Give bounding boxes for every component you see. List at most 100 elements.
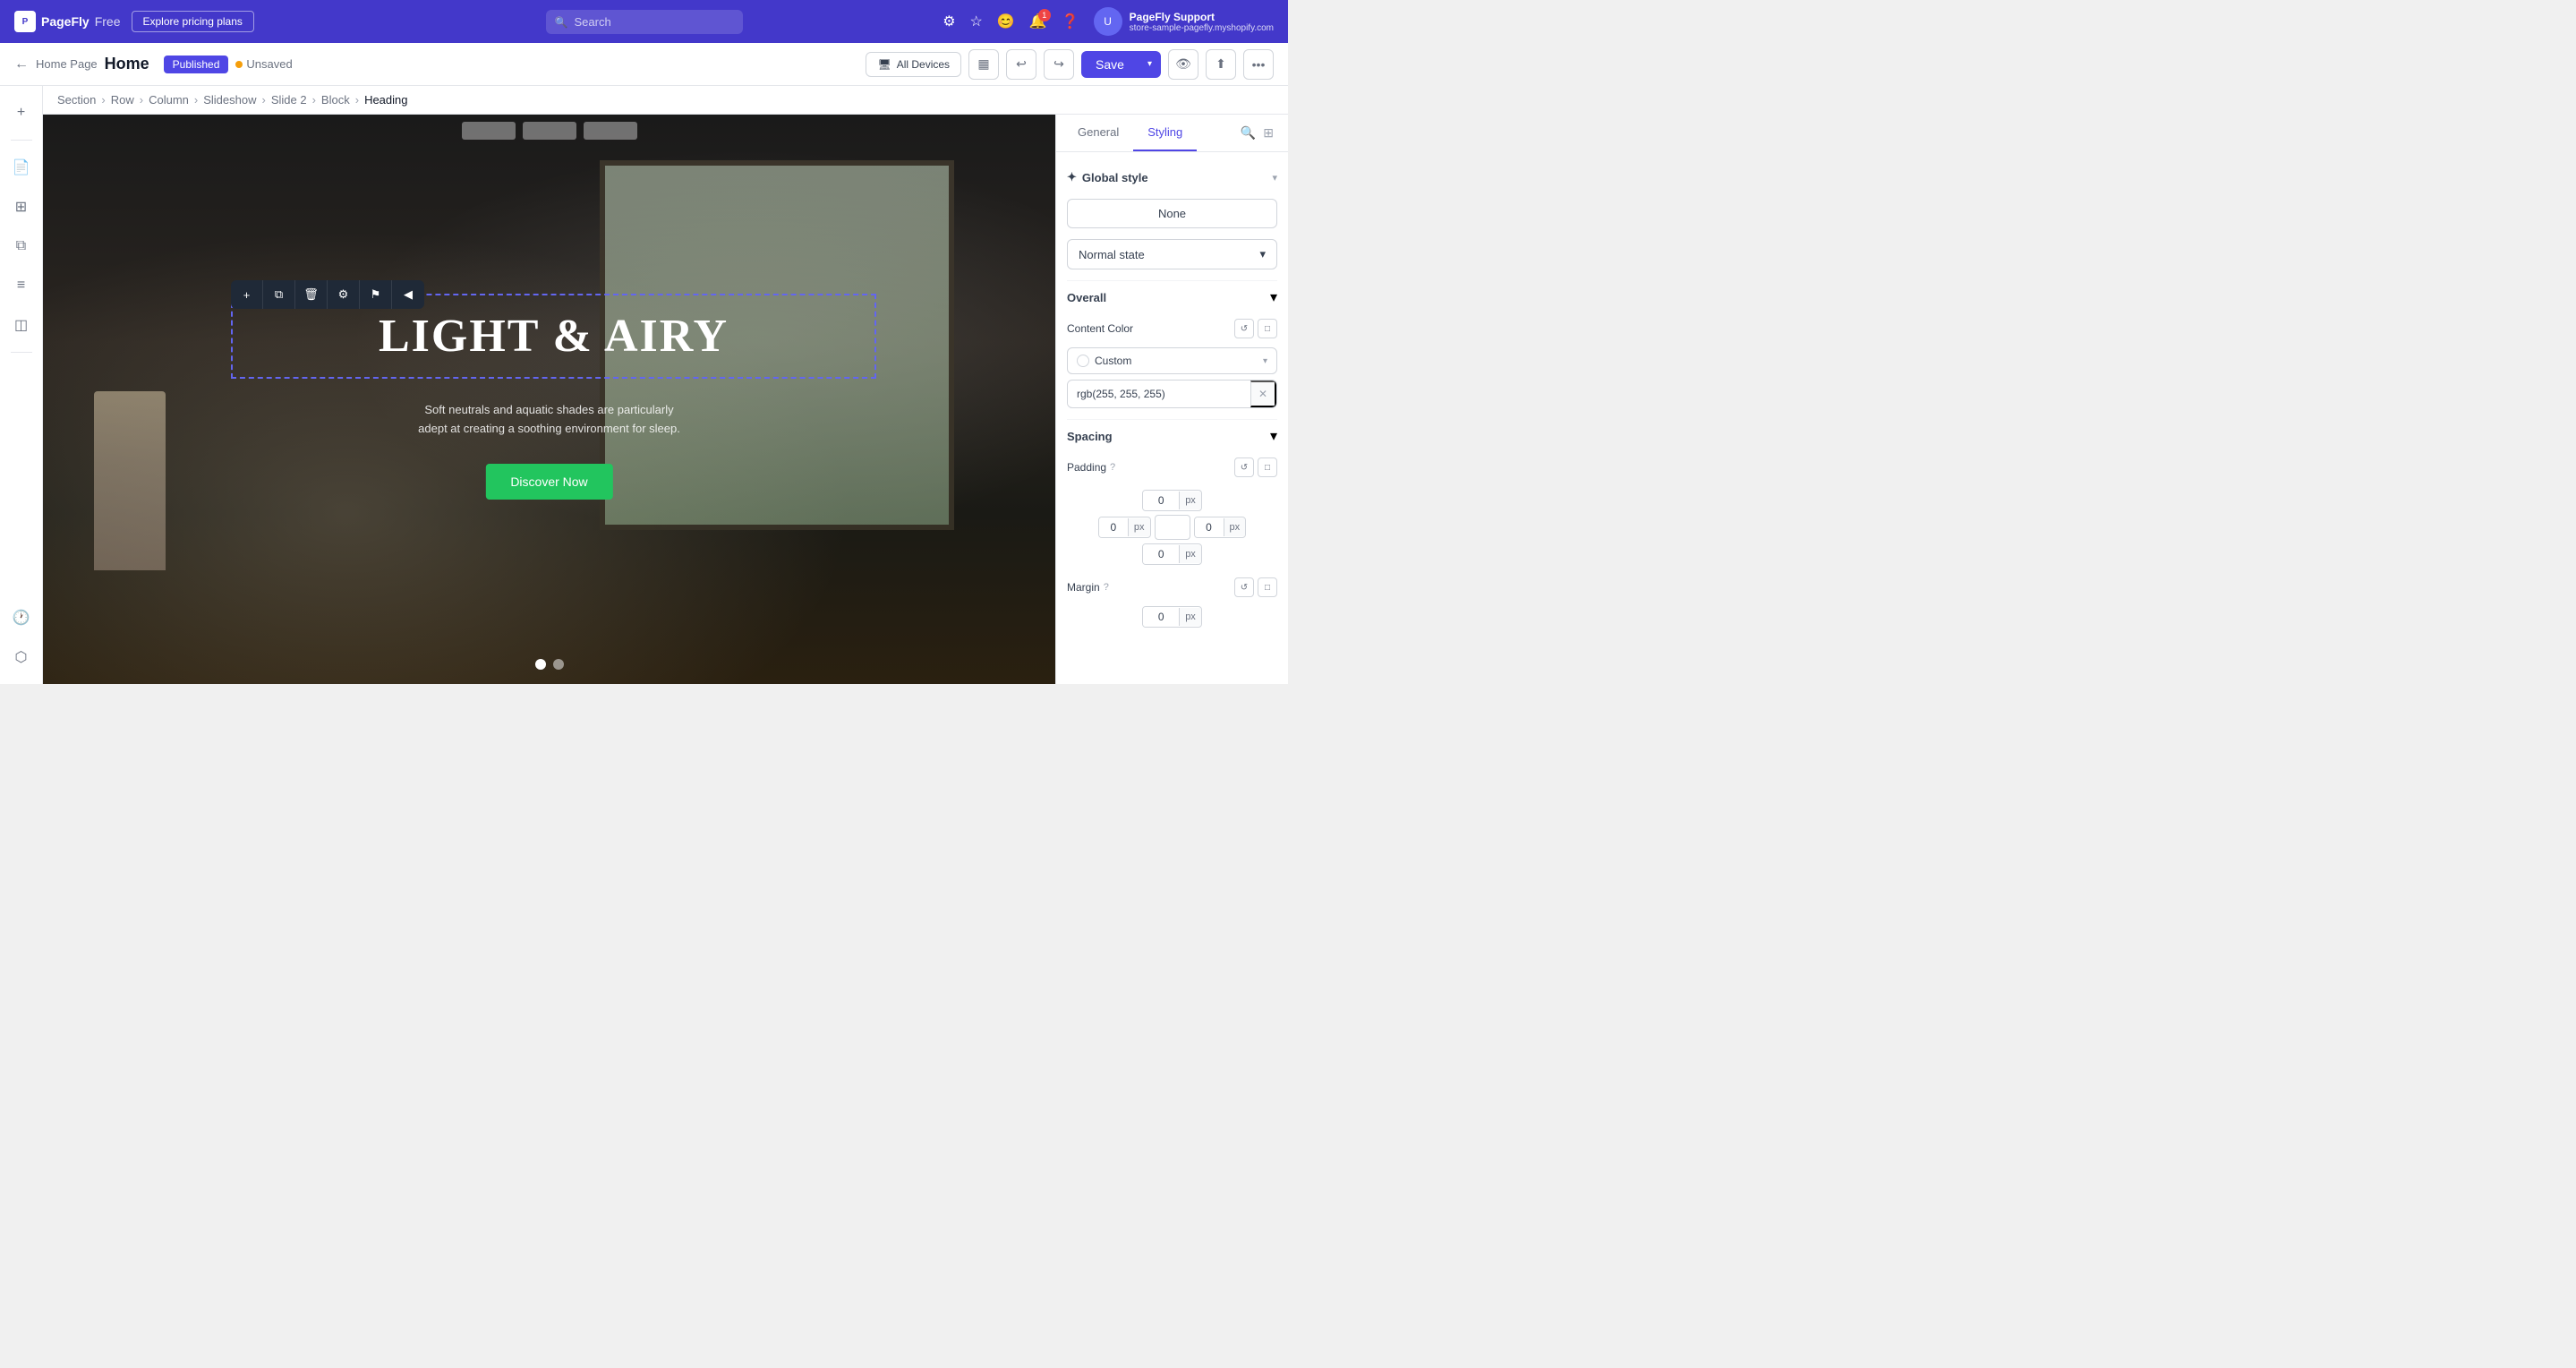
breadcrumb-block[interactable]: Block bbox=[321, 93, 350, 107]
sidebar-item-help[interactable]: ⬡ bbox=[5, 641, 38, 673]
toolbar-link-button[interactable]: ⚑ bbox=[360, 280, 392, 309]
user-store: store-sample-pagefly.myshopify.com bbox=[1130, 23, 1274, 33]
breadcrumb-slide2[interactable]: Slide 2 bbox=[271, 93, 307, 107]
padding-bottom-row: px bbox=[1067, 543, 1277, 565]
color-dropdown-chevron: ▾ bbox=[1263, 356, 1267, 366]
explore-pricing-button[interactable]: Explore pricing plans bbox=[132, 11, 254, 32]
notification-icon[interactable]: 🔔 1 bbox=[1029, 13, 1047, 30]
state-dropdown[interactable]: Normal state ▾ bbox=[1067, 239, 1277, 269]
all-devices-button[interactable]: 🖥 All Devices bbox=[866, 52, 961, 77]
sidebar-item-add[interactable]: + bbox=[5, 97, 38, 129]
sidebar-item-apps[interactable]: ◫ bbox=[5, 309, 38, 341]
sidebar-item-history[interactable]: 🕐 bbox=[5, 602, 38, 634]
global-style-section-header: ✦ Global style ▾ bbox=[1067, 163, 1277, 192]
responsive-padding-button[interactable]: □ bbox=[1258, 457, 1277, 477]
canvas-area[interactable]: + ⧉ 🗑 ⚙ ⚑ ◀ LIGHT & AIRY Soft neutrals a… bbox=[43, 115, 1055, 684]
responsive-color-button[interactable]: □ bbox=[1258, 319, 1277, 338]
share-button[interactable]: ⬆ bbox=[1206, 49, 1236, 80]
heading-text: LIGHT & AIRY bbox=[379, 310, 729, 363]
slide-indicators bbox=[535, 659, 564, 670]
toolbar-copy-button[interactable]: ⧉ bbox=[263, 280, 295, 309]
unsaved-dot bbox=[235, 61, 243, 68]
toolbar-delete-button[interactable]: 🗑 bbox=[295, 280, 328, 309]
sidebar-item-templates[interactable]: ⧉ bbox=[5, 230, 38, 262]
page-tab-2[interactable] bbox=[523, 122, 576, 140]
save-dropdown-arrow[interactable]: ▾ bbox=[1139, 53, 1161, 75]
sidebar-item-elements[interactable]: ⊞ bbox=[5, 191, 38, 223]
smiley-icon[interactable]: 😊 bbox=[997, 13, 1015, 30]
redo-button[interactable]: ↪ bbox=[1044, 49, 1074, 80]
reset-color-button[interactable]: ↺ bbox=[1234, 319, 1254, 338]
layout-view-button[interactable]: ▦ bbox=[968, 49, 999, 80]
breadcrumb-column[interactable]: Column bbox=[149, 93, 189, 107]
padding-right-field[interactable] bbox=[1195, 517, 1224, 537]
padding-left-field[interactable] bbox=[1099, 517, 1128, 537]
toolbar-settings-button[interactable]: ⚙ bbox=[328, 280, 360, 309]
back-button[interactable]: ← bbox=[14, 56, 29, 73]
color-swatch bbox=[1077, 355, 1089, 367]
help-icon[interactable]: ❓ bbox=[1062, 13, 1079, 30]
breadcrumb-row[interactable]: Row bbox=[111, 93, 134, 107]
sidebar-item-layers[interactable]: ≡ bbox=[5, 269, 38, 302]
padding-center-box bbox=[1155, 515, 1190, 540]
element-floating-toolbar: + ⧉ 🗑 ⚙ ⚑ ◀ bbox=[231, 280, 424, 309]
search-panel-icon[interactable]: 🔍 bbox=[1241, 125, 1256, 141]
reset-margin-button[interactable]: ↺ bbox=[1234, 577, 1254, 597]
sidebar-item-pages[interactable]: 📄 bbox=[5, 151, 38, 184]
padding-top-row: px bbox=[1067, 490, 1277, 511]
left-sidebar: + 📄 ⊞ ⧉ ≡ ◫ 🕐 ⬡ bbox=[0, 86, 43, 684]
margin-help-icon[interactable]: ? bbox=[1104, 582, 1109, 593]
more-options-button[interactable]: ••• bbox=[1243, 49, 1274, 80]
brand-name: PageFly bbox=[41, 14, 90, 29]
panel-tab-icons: 🔍 ⊞ bbox=[1233, 115, 1281, 151]
undo-button[interactable]: ↩ bbox=[1006, 49, 1036, 80]
overall-title: Overall bbox=[1067, 291, 1106, 304]
preview-button[interactable]: 👁 bbox=[1168, 49, 1198, 80]
margin-input-row: px bbox=[1067, 606, 1277, 628]
color-dropdown[interactable]: Custom ▾ bbox=[1067, 347, 1277, 374]
discover-button[interactable]: Discover Now bbox=[485, 464, 612, 500]
published-badge: Published bbox=[164, 56, 229, 73]
responsive-margin-button[interactable]: □ bbox=[1258, 577, 1277, 597]
toolbar-add-button[interactable]: + bbox=[231, 280, 263, 309]
reset-padding-button[interactable]: ↺ bbox=[1234, 457, 1254, 477]
spacing-section-header[interactable]: Spacing ▾ bbox=[1067, 419, 1277, 452]
global-style-title: ✦ Global style bbox=[1067, 170, 1148, 184]
all-devices-label: All Devices bbox=[897, 58, 950, 71]
global-style-chevron[interactable]: ▾ bbox=[1272, 172, 1277, 184]
more-panel-icon[interactable]: ⊞ bbox=[1263, 125, 1274, 141]
margin-field[interactable] bbox=[1143, 607, 1179, 627]
breadcrumb-slideshow[interactable]: Slideshow bbox=[203, 93, 256, 107]
search-input[interactable] bbox=[546, 10, 743, 34]
color-input-field[interactable] bbox=[1068, 381, 1250, 406]
margin-unit: px bbox=[1179, 608, 1201, 626]
content-color-row: Content Color ↺ □ bbox=[1067, 313, 1277, 344]
slide-indicator-2[interactable] bbox=[553, 659, 564, 670]
slide-background: + ⧉ 🗑 ⚙ ⚑ ◀ LIGHT & AIRY Soft neutrals a… bbox=[43, 115, 1055, 684]
toolbar-arrow-button[interactable]: ◀ bbox=[392, 280, 424, 309]
settings-icon[interactable]: ⚙ bbox=[943, 13, 955, 30]
save-button[interactable]: Save bbox=[1081, 51, 1139, 78]
global-style-none-button[interactable]: None bbox=[1067, 199, 1277, 228]
breadcrumb-arrow-5: › bbox=[312, 93, 316, 107]
padding-middle-row: px px bbox=[1067, 515, 1277, 540]
page-tab-1[interactable] bbox=[462, 122, 516, 140]
breadcrumb-arrow-3: › bbox=[194, 93, 198, 107]
star-icon[interactable]: ☆ bbox=[970, 13, 983, 30]
tab-general[interactable]: General bbox=[1063, 115, 1133, 151]
content-color-actions: ↺ □ bbox=[1234, 319, 1277, 338]
overall-section-header[interactable]: Overall ▾ bbox=[1067, 280, 1277, 313]
padding-top-field[interactable] bbox=[1143, 491, 1179, 510]
breadcrumb-arrow-6: › bbox=[355, 93, 359, 107]
page-tab-3[interactable] bbox=[584, 122, 637, 140]
breadcrumb-section[interactable]: Section bbox=[57, 93, 96, 107]
state-label: Normal state bbox=[1079, 248, 1145, 261]
padding-bottom-field[interactable] bbox=[1143, 544, 1179, 564]
search-container: 🔍 bbox=[546, 10, 743, 34]
color-clear-button[interactable]: ✕ bbox=[1250, 380, 1276, 407]
global-style-icon: ✦ bbox=[1067, 170, 1077, 184]
tab-styling[interactable]: Styling bbox=[1133, 115, 1197, 151]
breadcrumb-arrow-4: › bbox=[261, 93, 265, 107]
padding-help-icon[interactable]: ? bbox=[1110, 462, 1115, 473]
slide-indicator-1[interactable] bbox=[535, 659, 546, 670]
